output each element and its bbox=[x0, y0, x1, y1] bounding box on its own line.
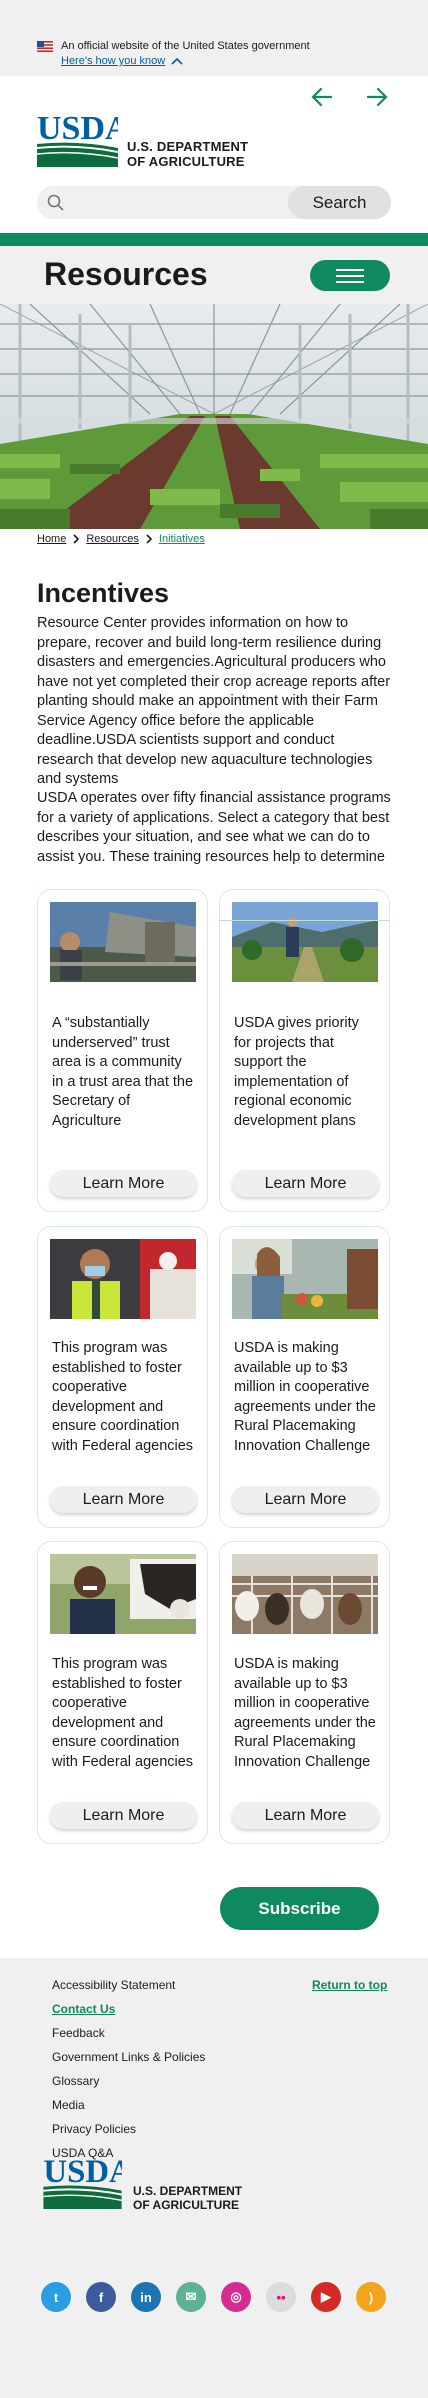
footer-link-privacy[interactable]: Privacy Policies bbox=[52, 2117, 205, 2141]
arrow-left-icon[interactable] bbox=[310, 86, 334, 108]
breadcrumb: Home Resources Initiatives bbox=[37, 533, 205, 545]
card-image-farmer-cow bbox=[50, 1554, 196, 1634]
return-to-top-link[interactable]: Return to top bbox=[312, 1973, 387, 1997]
footer-department-line-2: OF AGRICULTURE bbox=[133, 2198, 239, 2212]
card-text: USDA gives priority for projects that su… bbox=[234, 1015, 359, 1129]
card-image-worker bbox=[50, 1239, 196, 1319]
facebook-icon[interactable]: f bbox=[86, 2282, 116, 2312]
card-text: A “substantially underserved” trust area… bbox=[52, 1015, 194, 1129]
resource-card: This program was established to foster c… bbox=[37, 1541, 208, 1844]
linkedin-icon[interactable]: in bbox=[131, 2282, 161, 2312]
footer-link-media[interactable]: Media bbox=[52, 2093, 205, 2117]
email-icon[interactable]: ✉ bbox=[176, 2282, 206, 2312]
youtube-icon[interactable]: ▶ bbox=[311, 2282, 341, 2312]
rss-icon[interactable]: ) bbox=[356, 2282, 386, 2312]
card-image-machinery bbox=[50, 902, 196, 982]
menu-line-icon bbox=[336, 281, 364, 283]
section-title: Resources bbox=[44, 256, 208, 292]
learn-more-button[interactable]: Learn More bbox=[50, 1802, 197, 1829]
menu-button[interactable] bbox=[310, 260, 390, 291]
learn-more-button[interactable]: Learn More bbox=[232, 1170, 379, 1197]
card-divider bbox=[219, 920, 390, 921]
arrow-right-icon[interactable] bbox=[365, 86, 389, 108]
footer-link-contact-us[interactable]: Contact Us bbox=[52, 1997, 205, 2021]
card-text: This program was established to foster c… bbox=[52, 1656, 194, 1770]
heres-how-you-know-label: Here's how you know bbox=[61, 55, 166, 67]
card-text: USDA is making available up to $3 millio… bbox=[234, 1340, 376, 1454]
footer-department-line-1: U.S. DEPARTMENT bbox=[133, 2184, 243, 2198]
card-text: This program was established to foster c… bbox=[52, 1340, 194, 1454]
resource-card: USDA gives priority for projects that su… bbox=[219, 889, 390, 1212]
header-divider bbox=[0, 233, 428, 246]
intro-paragraph-2: USDA operates over fifty financial assis… bbox=[37, 790, 391, 865]
subscribe-button[interactable]: Subscribe bbox=[220, 1887, 379, 1930]
learn-more-button[interactable]: Learn More bbox=[232, 1486, 379, 1513]
chevron-up-icon bbox=[171, 57, 183, 65]
department-line-2: OF AGRICULTURE bbox=[127, 154, 245, 169]
search-button[interactable]: Search bbox=[288, 186, 391, 219]
department-name: U.S. DEPARTMENT OF AGRICULTURE bbox=[127, 139, 248, 169]
search-icon bbox=[47, 194, 64, 211]
menu-line-icon bbox=[336, 275, 364, 277]
chevron-right-icon bbox=[146, 534, 153, 544]
footer-department-name: U.S. DEPARTMENT OF AGRICULTURE bbox=[133, 2184, 242, 2212]
resource-card: USDA is making available up to $3 millio… bbox=[219, 1541, 390, 1844]
twitter-icon[interactable]: t bbox=[41, 2282, 71, 2312]
footer-link-government-links[interactable]: Government Links & Policies bbox=[52, 2045, 205, 2069]
department-line-1: U.S. DEPARTMENT bbox=[127, 139, 249, 154]
card-image-market bbox=[232, 1239, 378, 1319]
breadcrumb-home[interactable]: Home bbox=[37, 533, 66, 545]
breadcrumb-resources[interactable]: Resources bbox=[86, 533, 139, 545]
usda-footer-logo[interactable]: USDA bbox=[43, 2154, 122, 2209]
card-text: USDA is making available up to $3 millio… bbox=[234, 1656, 376, 1770]
learn-more-button[interactable]: Learn More bbox=[50, 1486, 197, 1513]
menu-line-icon bbox=[336, 269, 364, 271]
footer-link-accessibility[interactable]: Accessibility Statement bbox=[52, 1973, 205, 1997]
resource-card: A “substantially underserved” trust area… bbox=[37, 889, 208, 1212]
intro-paragraph-1: Resource Center provides information on … bbox=[37, 615, 391, 787]
flickr-icon[interactable]: •• bbox=[266, 2282, 296, 2312]
chevron-right-icon bbox=[73, 534, 80, 544]
usda-footer-logo-text: USDA bbox=[43, 2154, 122, 2190]
usda-logo-text: USDA bbox=[37, 110, 118, 147]
card-image-dairy-cows bbox=[232, 1554, 378, 1634]
footer-link-feedback[interactable]: Feedback bbox=[52, 2021, 205, 2045]
card-image-orchard bbox=[232, 902, 378, 982]
breadcrumb-initiatives[interactable]: Initiatives bbox=[159, 533, 205, 545]
usda-logo[interactable]: USDA bbox=[37, 110, 118, 167]
gov-banner: An official website of the United States… bbox=[0, 0, 428, 76]
resource-card: USDA is making available up to $3 millio… bbox=[219, 1226, 390, 1528]
us-flag-icon bbox=[37, 41, 53, 52]
gov-banner-text: An official website of the United States… bbox=[61, 40, 310, 52]
footer-links: Accessibility Statement Contact Us Feedb… bbox=[52, 1973, 205, 2165]
resource-card: This program was established to foster c… bbox=[37, 1226, 208, 1528]
footer-link-glossary[interactable]: Glossary bbox=[52, 2069, 205, 2093]
heres-how-you-know-link[interactable]: Here's how you know bbox=[61, 55, 183, 67]
page-title: Incentives bbox=[37, 578, 170, 608]
instagram-icon[interactable]: ◎ bbox=[221, 2282, 251, 2312]
learn-more-button[interactable]: Learn More bbox=[232, 1802, 379, 1829]
greenhouse-hero-image bbox=[0, 304, 428, 529]
learn-more-button[interactable]: Learn More bbox=[50, 1170, 197, 1197]
